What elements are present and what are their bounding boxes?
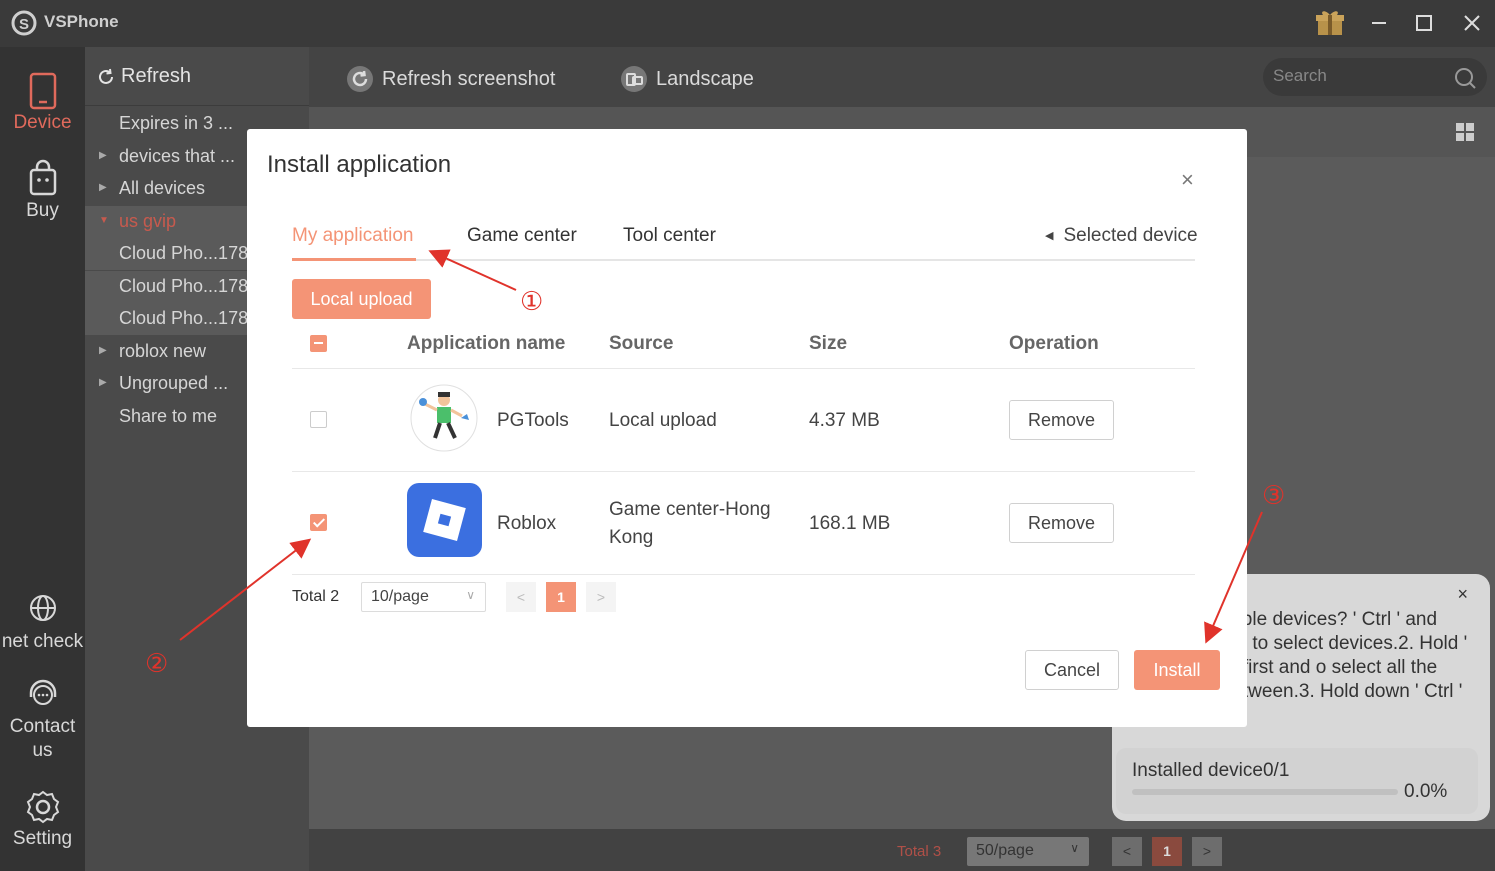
annotation-arrows (179, 249, 1263, 644)
annotation-marker-3: ③ (1262, 480, 1286, 510)
annotation-arrow-1 (428, 249, 517, 291)
annotation-marker-1: ① (520, 286, 544, 316)
annotation-arrow-2 (179, 538, 312, 641)
annotation-arrow-3 (1204, 511, 1263, 644)
annotation-marker-2: ② (145, 648, 169, 678)
